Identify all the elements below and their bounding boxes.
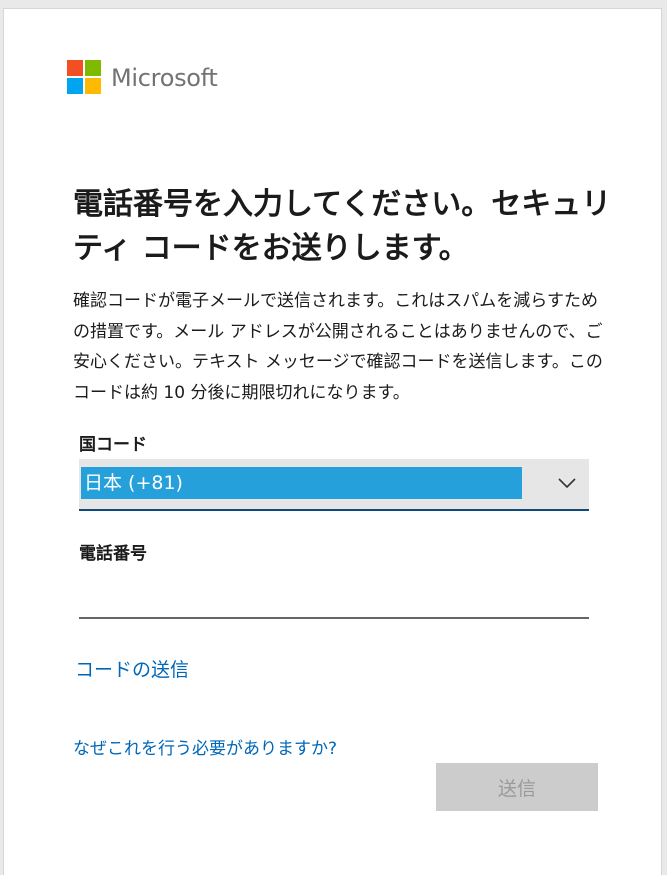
dialog-window: Microsoft 電話番号を入力してください。セキュリティ コードをお送りしま… xyxy=(3,8,662,875)
logo-text: Microsoft xyxy=(111,63,218,92)
country-code-label: 国コード xyxy=(79,435,147,455)
logo-square-red xyxy=(67,60,83,76)
country-code-selected-value: 日本 (+81) xyxy=(81,467,522,499)
country-code-select[interactable]: 日本 (+81) xyxy=(79,459,589,511)
microsoft-logo-icon xyxy=(67,60,102,95)
phone-number-input[interactable] xyxy=(79,583,589,619)
chevron-down-icon xyxy=(558,478,576,489)
phone-number-label: 電話番号 xyxy=(79,544,147,564)
page-title: 電話番号を入力してください。セキュリティ コードをお送りします。 xyxy=(73,187,612,266)
logo-square-blue xyxy=(67,78,83,94)
page-description: 確認コードが電子メールで送信されます。これはスパムを減らすための措置です。メール… xyxy=(73,291,603,403)
microsoft-logo: Microsoft xyxy=(67,60,218,95)
send-code-link[interactable]: コードの送信 xyxy=(75,655,189,682)
submit-button[interactable]: 送信 xyxy=(436,763,598,811)
logo-square-green xyxy=(85,60,101,76)
why-link[interactable]: なぜこれを行う必要がありますか? xyxy=(73,734,337,759)
logo-square-yellow xyxy=(85,78,101,94)
